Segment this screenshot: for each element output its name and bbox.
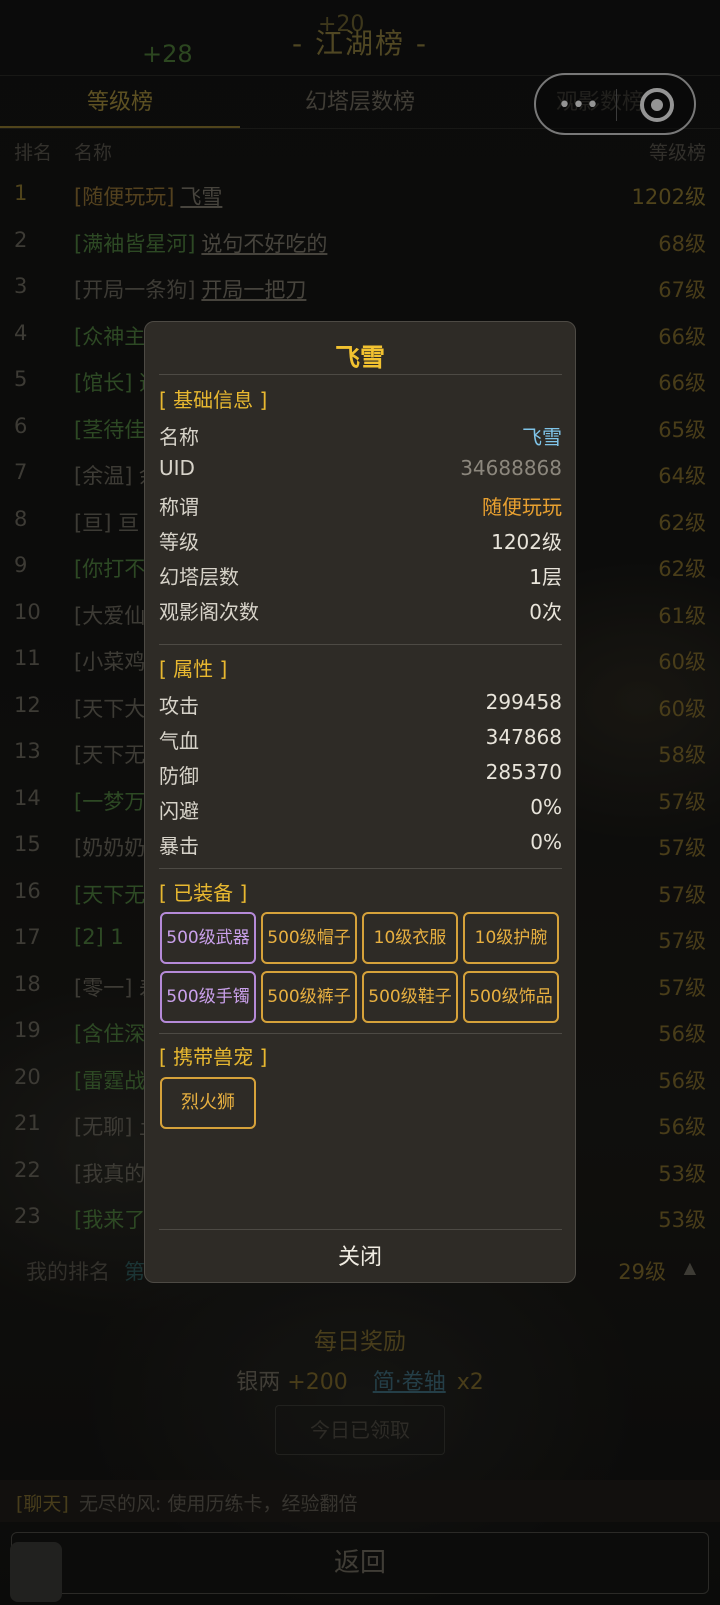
pet-slot[interactable]: 烈火狮 (160, 1077, 256, 1129)
info-value: 1202级 (491, 530, 562, 554)
attr-row-dodge: 闪避 0% (159, 795, 562, 825)
attr-value: 285370 (485, 760, 562, 784)
attr-key: 防御 (159, 764, 199, 788)
divider (159, 644, 562, 645)
close-button[interactable]: 关闭 (145, 1239, 575, 1271)
section-title-pet: [ 携带兽宠 ] (159, 1045, 268, 1069)
modal-title: 飞雪 (334, 343, 385, 372)
info-key: 名称 (159, 425, 199, 449)
info-key: 观影阁次数 (159, 600, 259, 624)
info-row-viewing: 观影阁次数 0次 (159, 596, 562, 626)
info-row-uid: UID 34688868 (159, 456, 562, 486)
info-value: 1层 (529, 565, 562, 589)
info-value: 飞雪 (522, 425, 562, 449)
info-key: 等级 (159, 530, 199, 554)
section-title-attributes: [ 属性 ] (159, 657, 228, 681)
attr-key: 闪避 (159, 799, 199, 823)
info-row-name: 名称 飞雪 (159, 421, 562, 451)
equip-slot[interactable]: 10级护腕 (463, 912, 559, 964)
info-key: 称谓 (159, 495, 199, 519)
attr-key: 攻击 (159, 694, 199, 718)
attr-row-attack: 攻击 299458 (159, 690, 562, 720)
attr-value: 347868 (485, 725, 562, 749)
attr-key: 气血 (159, 729, 199, 753)
attr-row-defense: 防御 285370 (159, 760, 562, 790)
section-title-basic: [ 基础信息 ] (159, 388, 268, 412)
section-title-equipment: [ 已装备 ] (159, 881, 248, 905)
divider (159, 374, 562, 375)
player-info-modal: 飞雪 [ 基础信息 ] 名称 飞雪 UID 34688868 称谓 随便玩玩 等… (144, 321, 576, 1283)
equip-slot[interactable]: 500级武器 (160, 912, 256, 964)
equip-slot[interactable]: 500级手镯 (160, 971, 256, 1023)
equip-slot[interactable]: 500级鞋子 (362, 971, 458, 1023)
divider (159, 1033, 562, 1034)
divider (159, 1229, 562, 1230)
attr-value: 0% (530, 830, 562, 854)
info-row-level: 等级 1202级 (159, 526, 562, 556)
attr-row-crit: 暴击 0% (159, 830, 562, 860)
info-value: 34688868 (460, 456, 562, 480)
divider (159, 868, 562, 869)
equip-slot[interactable]: 10级衣服 (362, 912, 458, 964)
attr-key: 暴击 (159, 834, 199, 858)
attr-row-hp: 气血 347868 (159, 725, 562, 755)
equip-slot[interactable]: 500级裤子 (261, 971, 357, 1023)
attr-value: 0% (530, 795, 562, 819)
info-row-title: 称谓 随便玩玩 (159, 491, 562, 521)
info-row-tower: 幻塔层数 1层 (159, 561, 562, 591)
info-key: UID (159, 456, 195, 480)
info-value: 0次 (529, 600, 562, 624)
info-key: 幻塔层数 (159, 565, 239, 589)
equip-slot[interactable]: 500级饰品 (463, 971, 559, 1023)
info-value: 随便玩玩 (482, 495, 562, 519)
attr-value: 299458 (485, 690, 562, 714)
equip-slot[interactable]: 500级帽子 (261, 912, 357, 964)
